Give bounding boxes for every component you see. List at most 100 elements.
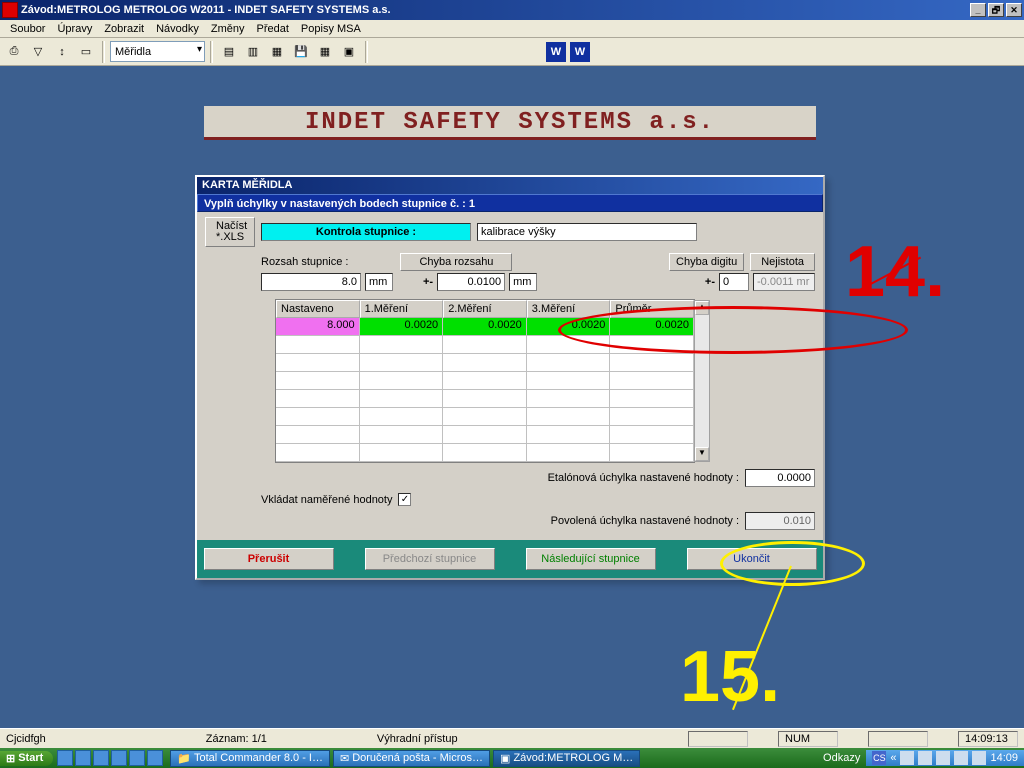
dialog-instruction: Vyplň úchylky v nastavených bodech stupn…: [197, 194, 823, 212]
menu-popisy[interactable]: Popisy MSA: [295, 20, 367, 38]
tool-filter-icon[interactable]: ▽: [27, 41, 49, 63]
task-totalcommander[interactable]: 📁Total Commander 8.0 - I…: [170, 750, 330, 767]
tool-nav1-icon[interactable]: ▤: [218, 41, 240, 63]
tool-nav2-icon[interactable]: ▥: [242, 41, 264, 63]
nacist-xls-button[interactable]: Načíst *.XLS: [205, 217, 255, 247]
menu-navodky[interactable]: Návodky: [150, 20, 205, 38]
col-nastaveno[interactable]: Nastaveno: [276, 300, 360, 318]
nejistota-value: -0.0011 mr: [753, 273, 815, 291]
kontrola-stupnice-label: Kontrola stupnice :: [261, 223, 471, 241]
dialog-karta-meridla: KARTA MĚŘIDLA Vyplň úchylky v nastavenýc…: [195, 175, 825, 580]
grid-scrollbar[interactable]: ▲ ▼: [694, 300, 710, 462]
menu-soubor[interactable]: Soubor: [4, 20, 51, 38]
tray-time[interactable]: 14:09: [990, 752, 1018, 764]
annotation-label-14: 14.: [845, 231, 945, 313]
vkladat-label: Vkládat naměřené hodnoty: [261, 494, 392, 506]
rozsah-unit: mm: [365, 273, 393, 291]
cell-nastaveno[interactable]: 8.000: [276, 318, 360, 335]
tool-left-icon[interactable]: ⎙: [3, 41, 25, 63]
ql-icon-5[interactable]: [129, 750, 145, 766]
tray-expand-icon[interactable]: «: [890, 752, 896, 764]
status-empty1: [688, 731, 748, 747]
chyba-digitu-header: Chyba digitu: [669, 253, 744, 271]
chyba-rozsahu-unit: mm: [509, 273, 537, 291]
window-buttons: _ 🗗 ✕: [970, 3, 1022, 17]
ql-icon-3[interactable]: [93, 750, 109, 766]
task-metrolog[interactable]: ▣Závod:METROLOG M…: [493, 750, 640, 767]
predchozi-button: Předchozí stupnice: [365, 548, 495, 570]
chyba-digitu-value[interactable]: 0: [719, 273, 749, 291]
cell-m2[interactable]: 0.0020: [443, 318, 527, 335]
col-m3[interactable]: 3.Měření: [527, 300, 611, 318]
grid-row-1[interactable]: 8.000 0.0020 0.0020 0.0020 0.0020: [276, 318, 694, 336]
cell-m3[interactable]: 0.0020: [527, 318, 611, 335]
chyba-rozsahu-header: Chyba rozsahu: [400, 253, 512, 271]
word-icon-2[interactable]: W: [569, 41, 591, 63]
grid-header: Nastaveno 1.Měření 2.Měření 3.Měření Prů…: [276, 300, 694, 318]
dialog-caption: KARTA MĚŘIDLA: [197, 177, 823, 194]
window-title: Závod:METROLOG METROLOG W2011 - INDET SA…: [21, 4, 391, 16]
tool-grid-icon[interactable]: ▦: [314, 41, 336, 63]
etal-label: Etalónová úchylka nastavené hodnoty :: [548, 472, 739, 484]
restore-button[interactable]: 🗗: [988, 3, 1004, 17]
menu-upravy[interactable]: Úpravy: [51, 20, 98, 38]
taskbar: ⊞ Start 📁Total Commander 8.0 - I… ✉Doruč…: [0, 748, 1024, 768]
task-outlook[interactable]: ✉Doručená pošta - Micros…: [333, 750, 490, 767]
ql-icon-4[interactable]: [111, 750, 127, 766]
close-button[interactable]: ✕: [1006, 3, 1022, 17]
grid-mereni: Nastaveno 1.Měření 2.Měření 3.Měření Prů…: [275, 299, 695, 463]
ql-icon-2[interactable]: [75, 750, 91, 766]
odkazy-label[interactable]: Odkazy: [817, 752, 866, 764]
tool-save-icon[interactable]: 💾: [290, 41, 312, 63]
tray-icon-2[interactable]: [918, 751, 932, 765]
minimize-button[interactable]: _: [970, 3, 986, 17]
col-m2[interactable]: 2.Měření: [443, 300, 527, 318]
col-prumer[interactable]: Průměr: [610, 300, 694, 318]
ukoncit-button[interactable]: Ukončit: [687, 548, 817, 570]
cell-m1[interactable]: 0.0020: [360, 318, 444, 335]
vkladat-checkbox[interactable]: ✓: [398, 493, 411, 506]
cell-prumer[interactable]: 0.0020: [610, 318, 694, 335]
status-left: Cjcidfgh: [6, 733, 46, 745]
ql-icon-1[interactable]: [57, 750, 73, 766]
workspace: INDET SAFETY SYSTEMS a.s. KARTA MĚŘIDLA …: [0, 66, 1024, 728]
kontrola-stupnice-value[interactable]: kalibrace výšky: [477, 223, 697, 241]
dialog-footer: Přerušit Předchozí stupnice Následující …: [197, 540, 823, 578]
tray-icon-1[interactable]: [900, 751, 914, 765]
combo-meridla[interactable]: Měřidla: [110, 41, 205, 62]
tray-icon-4[interactable]: [954, 751, 968, 765]
menubar: Soubor Úpravy Zobrazit Návodky Změny Pře…: [0, 20, 1024, 38]
rozsah-value[interactable]: 8.0: [261, 273, 361, 291]
tool-sort-icon[interactable]: ↕: [51, 41, 73, 63]
povolena-label: Povolená úchylka nastavené hodnoty :: [551, 515, 739, 527]
ql-icon-6[interactable]: [147, 750, 163, 766]
menu-zobrazit[interactable]: Zobrazit: [98, 20, 150, 38]
window-titlebar: Závod:METROLOG METROLOG W2011 - INDET SA…: [0, 0, 1024, 20]
start-button[interactable]: ⊞ Start: [0, 751, 53, 766]
company-banner: INDET SAFETY SYSTEMS a.s.: [204, 106, 816, 140]
menu-predat[interactable]: Předat: [251, 20, 295, 38]
menu-zmeny[interactable]: Změny: [205, 20, 251, 38]
pm-1: +-: [423, 276, 433, 288]
nasledujici-button[interactable]: Následující stupnice: [526, 548, 656, 570]
tray-icon-3[interactable]: [936, 751, 950, 765]
status-empty2: [868, 731, 928, 747]
chyba-rozsahu-value[interactable]: 0.0100: [437, 273, 505, 291]
etal-value[interactable]: 0.0000: [745, 469, 815, 487]
tool-ext-icon[interactable]: ▣: [338, 41, 360, 63]
scroll-up-icon[interactable]: ▲: [695, 301, 709, 315]
status-zaznam: Záznam: 1/1: [206, 733, 267, 745]
tool-item-icon[interactable]: ▭: [75, 41, 97, 63]
word-icon-1[interactable]: W: [545, 41, 567, 63]
col-m1[interactable]: 1.Měření: [360, 300, 444, 318]
tray-icon-5[interactable]: [972, 751, 986, 765]
quicklaunch: [53, 750, 167, 766]
prerusit-button[interactable]: Přerušit: [204, 548, 334, 570]
status-pristup: Výhradní přístup: [377, 733, 458, 745]
tray: CS « 14:09: [866, 750, 1024, 766]
lang-indicator[interactable]: CS: [872, 751, 886, 765]
scroll-down-icon[interactable]: ▼: [695, 447, 709, 461]
nejistota-button[interactable]: Nejistota: [750, 253, 815, 271]
tool-nav3-icon[interactable]: ▦: [266, 41, 288, 63]
statusbar: Cjcidfgh Záznam: 1/1 Výhradní přístup NU…: [0, 728, 1024, 748]
